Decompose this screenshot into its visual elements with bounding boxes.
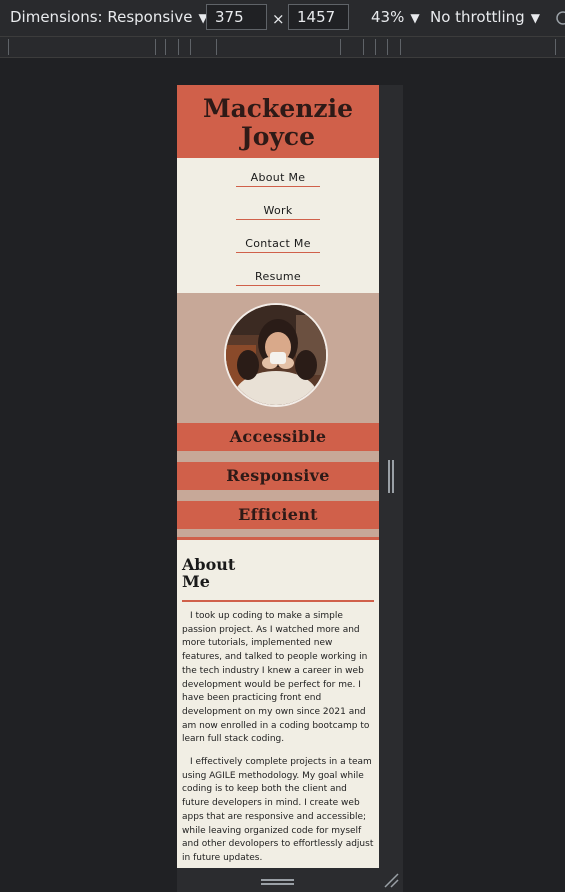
feature-efficient: Efficient [177,501,379,529]
nav-about-me[interactable]: About Me [236,166,320,187]
corner-resize-icon[interactable] [383,872,399,888]
rotate-icon[interactable] [555,10,565,26]
nav-work[interactable]: Work [236,199,320,220]
hero-section: Accessible Responsive Efficient [177,293,379,540]
emulated-viewport: Mackenzie Joyce About Me Work Contact Me… [177,85,379,868]
feature-accessible: Accessible [177,423,379,451]
about-section: About Me I took up coding to make a simp… [177,540,379,866]
about-paragraph-1: I took up coding to make a simple passio… [182,611,370,745]
device-toolbar: Dimensions: Responsive▼ × 43%▼ No thrott… [0,0,565,37]
times-symbol: × [272,10,285,28]
dimensions-dropdown[interactable]: Dimensions: Responsive ▼ [10,8,208,26]
site-title-last: Joyce [240,122,316,151]
nav-contact-me[interactable]: Contact Me [236,232,320,253]
profile-photo [224,303,328,407]
zoom-label: 43% [371,8,405,26]
media-query-ruler [0,37,565,58]
chevron-down-icon: ▼ [410,11,420,25]
site-title-first: Mackenzie [202,94,354,123]
height-input[interactable] [288,4,349,30]
about-heading: About Me [182,555,236,591]
about-paragraph-2: I effectively complete projects in a tea… [182,757,374,863]
nav-resume[interactable]: Resume [236,265,320,286]
dimensions-label: Dimensions: Responsive [10,8,193,26]
width-input[interactable] [206,4,267,30]
height-resize-handle[interactable] [261,879,294,885]
feature-responsive: Responsive [177,462,379,490]
chevron-down-icon: ▼ [530,11,540,25]
width-resize-handle[interactable] [388,460,394,493]
site-title: Mackenzie Joyce [177,95,379,151]
throttling-dropdown[interactable]: No throttling ▼ [430,8,540,26]
about-divider [182,600,374,602]
main-nav: About Me Work Contact Me Resume [177,158,379,293]
hero-divider [177,537,379,540]
throttling-label: No throttling [430,8,525,26]
site-header: Mackenzie Joyce [177,85,379,158]
zoom-dropdown[interactable]: 43% ▼ [371,8,420,26]
